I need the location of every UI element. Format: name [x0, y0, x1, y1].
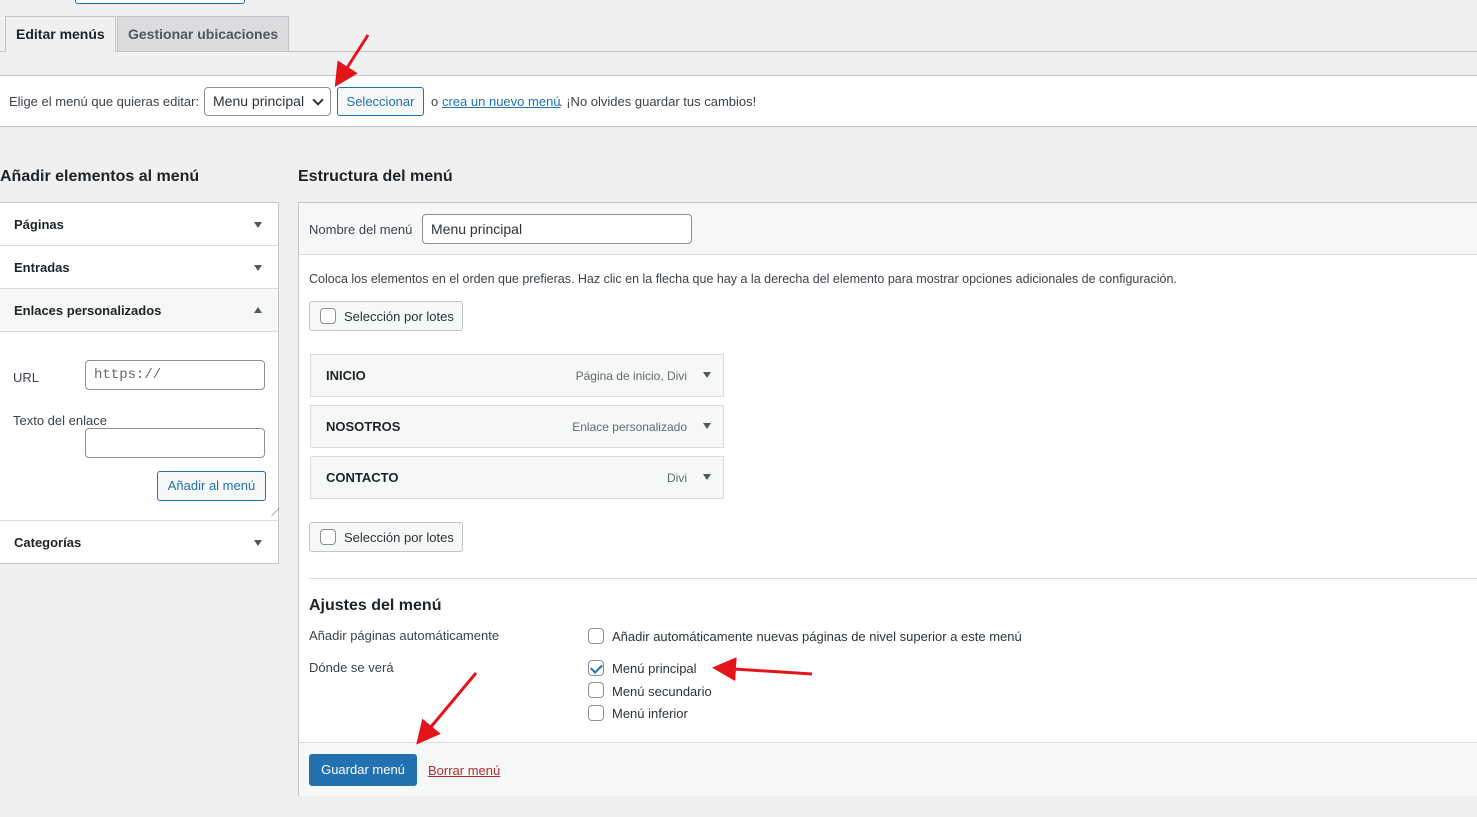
menu-instructions: Coloca los elementos en el orden que pre…	[309, 272, 1177, 286]
menu-item-type: Página de inicio, Divi	[575, 369, 687, 383]
delete-menu-link[interactable]: Borrar menú	[428, 763, 500, 778]
triangle-down-icon	[254, 222, 262, 228]
create-menu-link[interactable]: crea un nuevo menú	[442, 94, 561, 109]
menu-item-contacto[interactable]: CONTACTO Divi	[310, 456, 724, 499]
bulk-select-checkbox[interactable]	[320, 529, 336, 545]
triangle-down-icon[interactable]	[703, 474, 711, 480]
menu-item-title: INICIO	[326, 368, 366, 383]
menu-structure-title: Estructura del menú	[298, 168, 453, 185]
bulk-select-checkbox[interactable]	[320, 308, 336, 324]
save-reminder-text: . ¡No olvides guardar tus cambios!	[559, 94, 757, 109]
triangle-up-icon	[254, 307, 262, 313]
accordion-pages-label: Páginas	[14, 217, 64, 232]
bulk-select-label: Selección por lotes	[344, 530, 454, 545]
location-main-label: Menú principal	[612, 661, 697, 676]
menu-select-label: Elige el menú que quieras editar:	[9, 94, 200, 109]
menu-item-inicio[interactable]: INICIO Página de inicio, Divi	[310, 354, 724, 397]
accordion-categories[interactable]: Categorías	[0, 520, 278, 563]
accordion-custom-links-label: Enlaces personalizados	[14, 303, 162, 318]
location-secondary-checkbox[interactable]	[588, 682, 604, 698]
top-partial-element	[75, 0, 245, 4]
triangle-down-icon	[254, 265, 262, 271]
triangle-down-icon	[254, 540, 262, 546]
triangle-down-icon[interactable]	[703, 423, 711, 429]
menu-name-label: Nombre del menú	[309, 222, 413, 237]
menu-name-bar: Nombre del menú Menu principal	[299, 203, 1477, 255]
add-items-panel: Páginas Entradas Enlaces personalizados …	[0, 202, 280, 564]
tab-manage-locations[interactable]: Gestionar ubicaciones	[117, 16, 290, 52]
save-menu-button[interactable]: Guardar menú	[309, 754, 417, 786]
add-items-title: Añadir elementos al menú	[0, 168, 200, 185]
link-text-label: Texto del enlace	[13, 413, 107, 428]
location-main-checkbox[interactable]	[588, 660, 604, 676]
or-text: o	[431, 94, 439, 109]
menu-item-type: Enlace personalizado	[572, 420, 687, 434]
accordion-posts[interactable]: Entradas	[0, 246, 278, 289]
select-button[interactable]: Seleccionar	[337, 87, 424, 116]
auto-add-label: Añadir páginas automáticamente	[309, 628, 500, 643]
menu-select-dropdown[interactable]: Menu principal	[204, 87, 331, 116]
location-footer-label: Menú inferior	[612, 706, 688, 721]
add-to-menu-button[interactable]: Añadir al menú	[157, 471, 266, 501]
menu-item-type: Divi	[667, 471, 687, 485]
accordion-posts-label: Entradas	[14, 260, 70, 275]
menu-settings-title: Ajustes del menú	[309, 597, 442, 614]
url-label: URL	[13, 370, 40, 385]
accordion-custom-links[interactable]: Enlaces personalizados	[0, 289, 278, 332]
bulk-select-top[interactable]: Selección por lotes	[309, 301, 463, 331]
location-footer-checkbox[interactable]	[588, 705, 604, 721]
location-secondary-label: Menú secundario	[612, 684, 712, 699]
tab-edit-menus[interactable]: Editar menús	[5, 16, 116, 52]
menu-name-input[interactable]: Menu principal	[422, 214, 692, 244]
menu-item-title: CONTACTO	[326, 470, 399, 485]
menu-footer-bar: Guardar menú Borrar menú	[299, 742, 1477, 796]
resize-handle[interactable]	[264, 508, 280, 516]
bulk-select-label: Selección por lotes	[344, 309, 454, 324]
auto-add-checkbox[interactable]	[588, 628, 604, 644]
triangle-down-icon[interactable]	[703, 372, 711, 378]
settings-divider	[309, 578, 1477, 579]
menu-item-nosotros[interactable]: NOSOTROS Enlace personalizado	[310, 405, 724, 448]
link-text-input[interactable]	[85, 428, 265, 458]
menu-item-title: NOSOTROS	[326, 419, 401, 434]
accordion-categories-label: Categorías	[14, 535, 82, 550]
menu-select-bar: Elige el menú que quieras editar: Menu p…	[0, 75, 1477, 127]
accordion-pages[interactable]: Páginas	[0, 203, 278, 246]
bulk-select-bottom[interactable]: Selección por lotes	[309, 522, 463, 552]
chevron-down-icon	[312, 94, 324, 106]
auto-add-option-label: Añadir automáticamente nuevas páginas de…	[612, 629, 1022, 644]
menu-select-value: Menu principal	[213, 93, 305, 109]
menu-edit-panel: Nombre del menú Menu principal Coloca lo…	[298, 202, 1477, 796]
display-location-label: Dónde se verá	[309, 660, 394, 675]
url-input[interactable]: https://	[85, 360, 265, 390]
